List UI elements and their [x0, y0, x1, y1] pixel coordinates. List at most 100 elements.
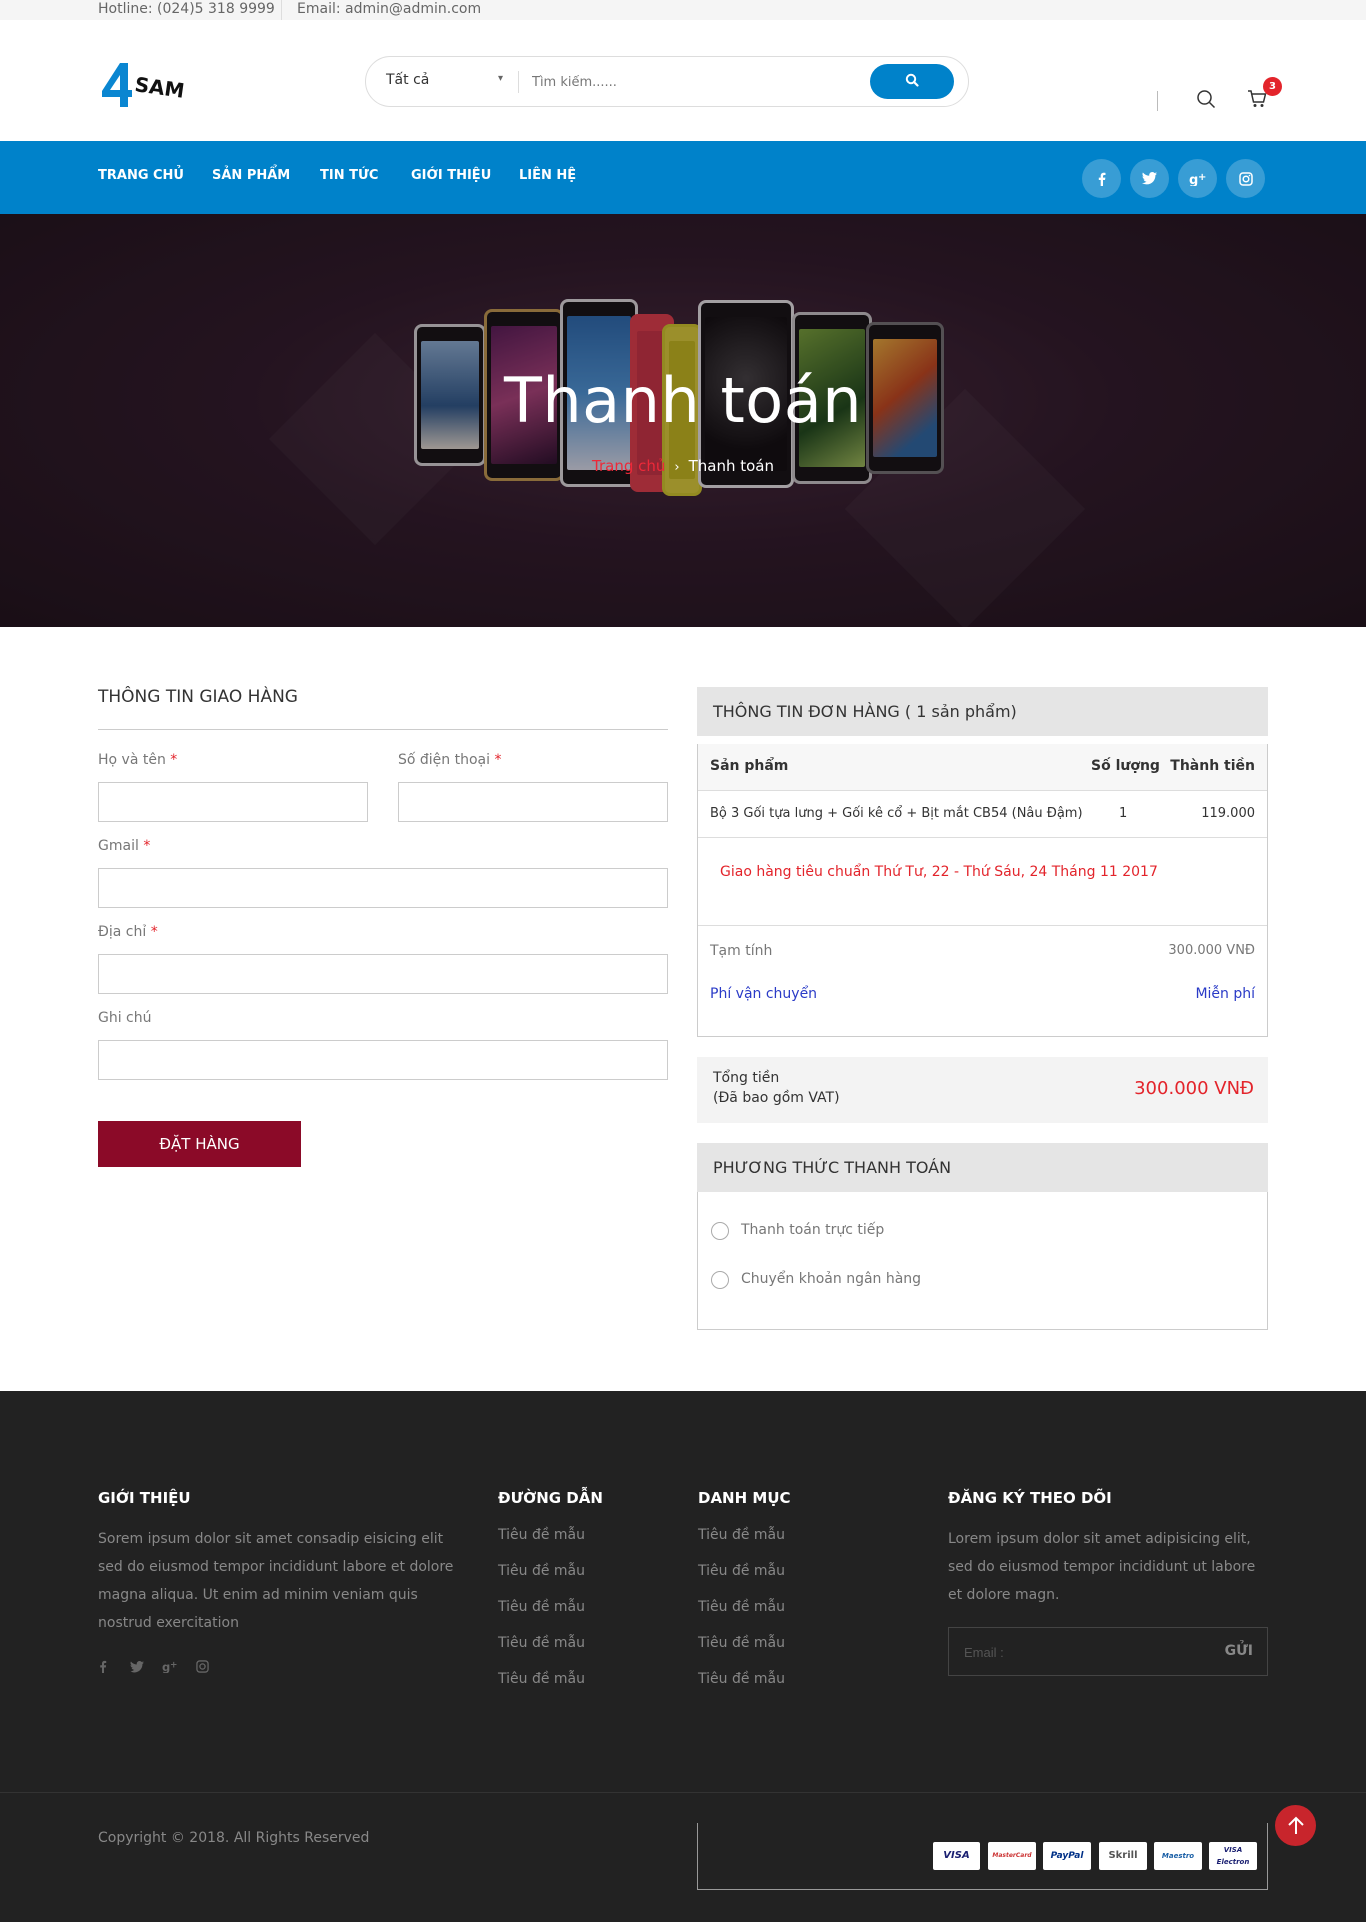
shipping-title: THÔNG TIN GIAO HÀNG [98, 687, 298, 707]
svg-text:g: g [1189, 173, 1198, 186]
phone-field[interactable] [398, 782, 668, 822]
header-divider [1157, 91, 1158, 111]
mastercard-icon: MasterCard [988, 1842, 1036, 1870]
email-text: Email: admin@admin.com [297, 1, 482, 17]
note-textarea[interactable] [99, 1041, 667, 1079]
order-table-header: Sản phẩm Số lượng Thành tiền [698, 744, 1267, 791]
logo[interactable]: SAM [98, 61, 208, 111]
footer-category-link[interactable]: Tiêu đề mẫu [698, 1599, 785, 1615]
payment-cards: VISA MasterCard PayPal Skrill Maestro VI… [697, 1823, 1268, 1890]
footer-category-link[interactable]: Tiêu đề mẫu [698, 1635, 785, 1651]
breadcrumb-current: Thanh toán [688, 457, 774, 475]
instagram-icon[interactable] [196, 1658, 209, 1677]
paypal-icon: PayPal [1043, 1842, 1091, 1870]
col-quantity: Số lượng [1091, 758, 1160, 774]
name-label: Họ và tên * [98, 752, 178, 768]
phone-label: Số điện thoại * [398, 752, 502, 768]
address-field[interactable] [98, 954, 668, 994]
shipping-estimate: Giao hàng tiêu chuẩn Thứ Tư, 22 - Thứ Sá… [720, 864, 1158, 880]
search-divider [518, 71, 519, 93]
site-footer: GIỚI THIỆU Sorem ipsum dolor sit amet co… [0, 1391, 1366, 1922]
hotline-text: Hotline: (024)5 318 9999 [98, 1, 275, 17]
shipping-title-underline [98, 729, 668, 730]
shipping-fee-label: Phí vận chuyển [710, 986, 818, 1002]
newsletter-email-input[interactable] [964, 1642, 1204, 1662]
total-label: Tổng tiền [713, 1070, 780, 1086]
footer-subscribe-text: Lorem ipsum dolor sit amet adipisicing e… [948, 1531, 1256, 1603]
gmail-field[interactable] [98, 868, 668, 908]
facebook-icon[interactable] [1082, 159, 1121, 198]
footer-categories-title: DANH MỤC [698, 1489, 791, 1507]
footer-link[interactable]: Tiêu đề mẫu [498, 1527, 585, 1543]
footer-about-text: Sorem ipsum dolor sit amet consadip eisi… [98, 1531, 454, 1631]
topbar-divider [281, 0, 282, 20]
footer-about-title: GIỚI THIỆU [98, 1489, 191, 1507]
payment-option-direct[interactable]: Thanh toán trực tiếp [741, 1222, 884, 1238]
search-icon[interactable] [1196, 89, 1216, 113]
svg-text:g: g [162, 1660, 170, 1673]
facebook-icon[interactable] [98, 1658, 108, 1677]
place-order-button[interactable]: ĐẶT HÀNG [98, 1121, 301, 1167]
search-button[interactable] [870, 64, 954, 99]
order-summary-title: THÔNG TIN ĐƠN HÀNG ( 1 sản phẩm) [713, 702, 1017, 721]
breadcrumb-home-link[interactable]: Trang chủ [592, 457, 665, 475]
newsletter-form: GỬI [948, 1627, 1268, 1676]
svg-text:+: + [170, 1660, 177, 1670]
footer-category-link[interactable]: Tiêu đề mẫu [698, 1527, 785, 1543]
product-price: 119.000 [1201, 806, 1255, 821]
gmail-input[interactable] [99, 869, 667, 907]
back-to-top-button[interactable] [1275, 1805, 1316, 1846]
chevron-down-icon[interactable]: ▾ [498, 73, 503, 84]
payment-radio-bank[interactable] [711, 1271, 729, 1289]
address-input[interactable] [99, 955, 667, 993]
nav-item-products[interactable]: SẢN PHẨM [212, 168, 290, 183]
subtotal-label: Tạm tính [710, 943, 773, 959]
twitter-icon[interactable] [1130, 159, 1169, 198]
search-category-select[interactable]: Tất cả [386, 72, 429, 88]
col-total: Thành tiền [1170, 758, 1255, 774]
breadcrumb: Trang chủ › Thanh toán [0, 457, 1366, 475]
name-field[interactable] [98, 782, 368, 822]
footer-link[interactable]: Tiêu đề mẫu [498, 1599, 585, 1615]
note-field[interactable] [98, 1040, 668, 1080]
logo-text: SAM [133, 72, 186, 103]
order-total-box: Tổng tiền (Đã bao gồm VAT) 300.000 VNĐ [697, 1057, 1268, 1123]
google-plus-icon[interactable]: g + [162, 1658, 178, 1677]
nav-item-contact[interactable]: LIÊN HỆ [519, 168, 576, 183]
payment-method-title: PHƯƠNG THỨC THANH TOÁN [713, 1158, 952, 1177]
payment-radio-direct[interactable] [711, 1222, 729, 1240]
phone-input[interactable] [399, 783, 667, 821]
footer-link[interactable]: Tiêu đề mẫu [498, 1671, 585, 1687]
search-bar: Tất cả ▾ [365, 56, 969, 107]
google-plus-icon[interactable]: g + [1178, 159, 1217, 198]
page-hero-banner: Thanh toán Trang chủ › Thanh toán [0, 214, 1366, 627]
visa-card-icon: VISA [933, 1842, 980, 1870]
address-label: Địa chỉ * [98, 924, 158, 940]
total-vat-note: (Đã bao gồm VAT) [713, 1090, 840, 1106]
search-input[interactable] [532, 71, 872, 93]
name-input[interactable] [99, 783, 367, 821]
cart-icon[interactable] [1247, 90, 1267, 112]
footer-subscribe-title: ĐĂNG KÝ THEO DÕI [948, 1489, 1112, 1507]
instagram-icon[interactable] [1226, 159, 1265, 198]
order-summary-header: THÔNG TIN ĐƠN HÀNG ( 1 sản phẩm) [697, 687, 1268, 736]
maestro-icon: Maestro [1154, 1842, 1202, 1870]
chevron-right-icon: › [674, 460, 680, 475]
footer-link[interactable]: Tiêu đề mẫu [498, 1635, 585, 1651]
footer-link[interactable]: Tiêu đề mẫu [498, 1563, 585, 1579]
payment-options: Thanh toán trực tiếp Chuyển khoản ngân h… [697, 1192, 1268, 1330]
nav-item-home[interactable]: TRANG CHỦ [98, 168, 184, 183]
nav-item-about[interactable]: GIỚI THIỆU [411, 168, 491, 183]
nav-item-news[interactable]: TIN TỨC [320, 168, 378, 183]
gmail-label: Gmail * [98, 838, 151, 854]
footer-category-link[interactable]: Tiêu đề mẫu [698, 1563, 785, 1579]
payment-option-bank[interactable]: Chuyển khoản ngân hàng [741, 1271, 921, 1287]
twitter-icon[interactable] [130, 1658, 144, 1677]
search-icon [905, 73, 919, 87]
order-table: Sản phẩm Số lượng Thành tiền Bộ 3 Gối tự… [697, 744, 1268, 1037]
svg-text:+: + [1198, 172, 1206, 183]
newsletter-send-button[interactable]: GỬI [1225, 1643, 1253, 1659]
footer-links-title: ĐƯỜNG DẪN [498, 1489, 603, 1507]
footer-category-link[interactable]: Tiêu đề mẫu [698, 1671, 785, 1687]
main-nav: TRANG CHỦ SẢN PHẨM TIN TỨC GIỚI THIỆU LI… [0, 141, 1366, 214]
